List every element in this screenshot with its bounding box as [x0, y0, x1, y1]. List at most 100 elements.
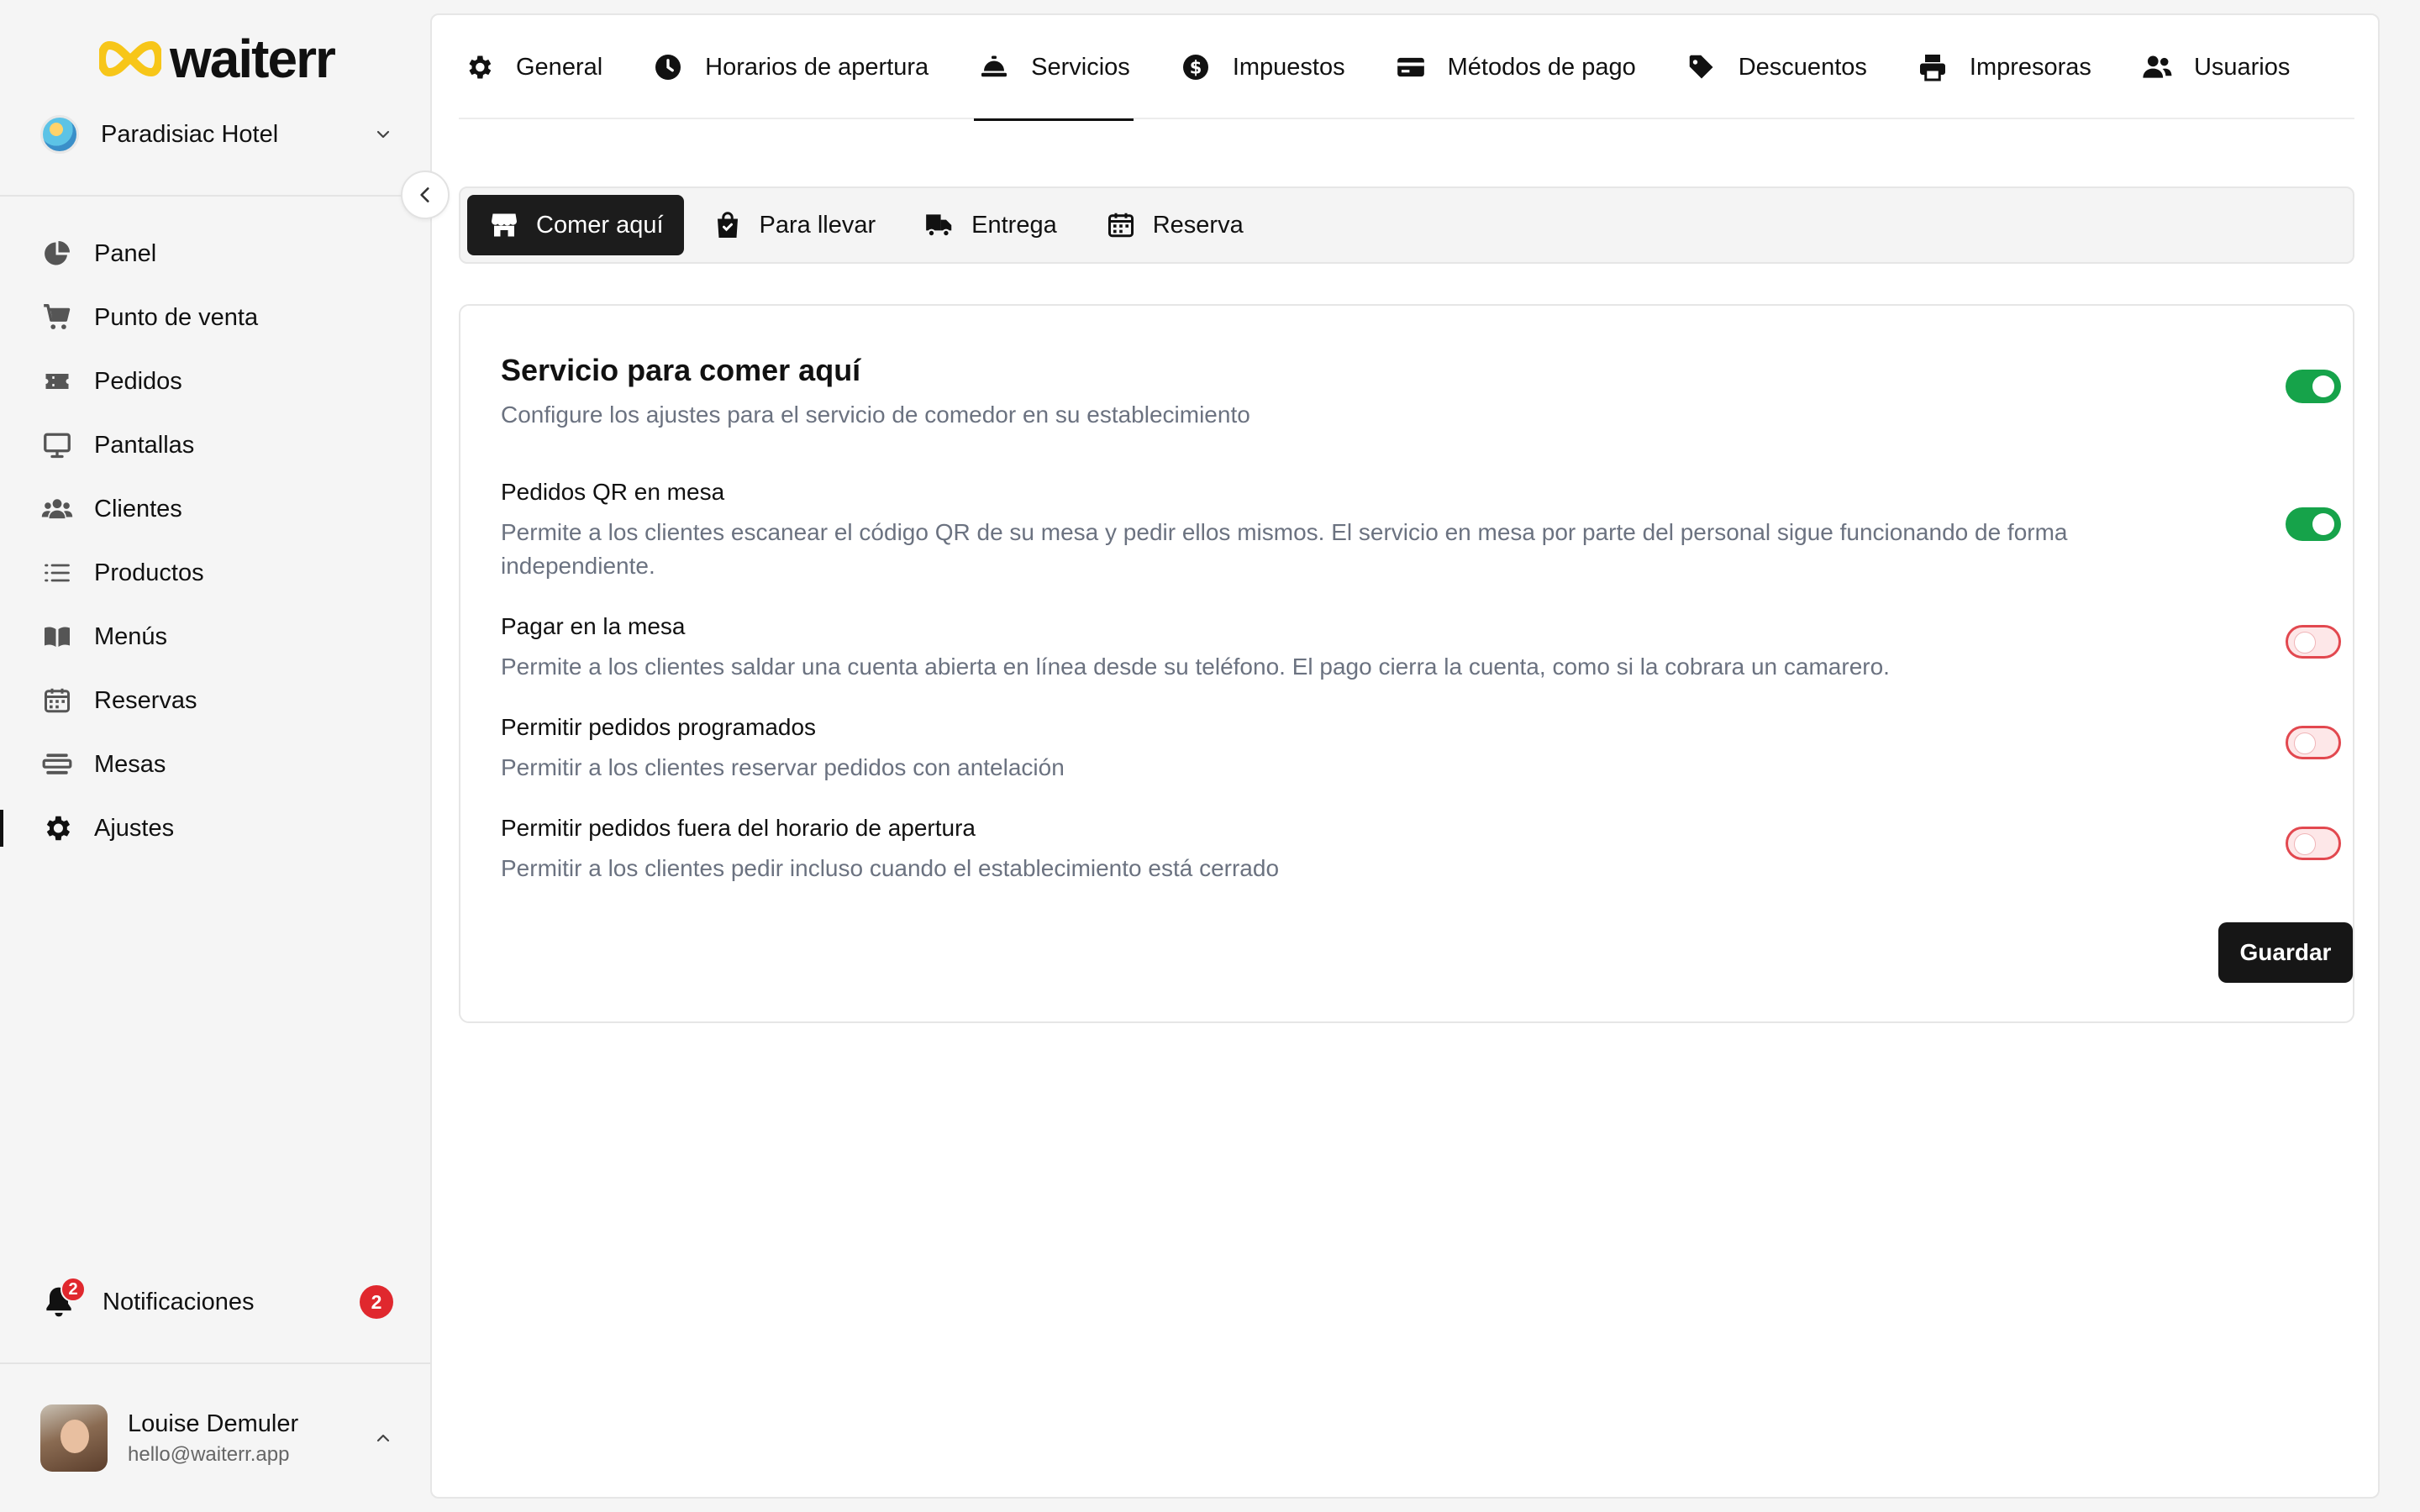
user-info: Louise Demuler hello@waiterr.app [128, 1410, 373, 1467]
sidebar-item-panel[interactable]: Panel [0, 222, 430, 286]
tab-label: Servicios [1031, 53, 1130, 81]
sidebar-item-screens[interactable]: Pantallas [0, 413, 430, 477]
table-icon [40, 748, 74, 781]
cloche-icon [977, 50, 1011, 84]
app-logo[interactable]: waiterr [99, 29, 336, 89]
sidebar-item-label: Punto de venta [94, 303, 259, 331]
user-email: hello@waiterr.app [128, 1442, 290, 1466]
gear-icon [40, 811, 74, 845]
chevron-left-icon [420, 187, 429, 202]
tag-icon [1685, 50, 1718, 84]
setting-pay-at-table: Pagar en la mesa Permite a los clientes … [501, 613, 2316, 684]
scheduled-orders-toggle[interactable] [2286, 726, 2341, 759]
sidebar-item-label: Clientes [94, 495, 182, 522]
setting-title: Pedidos QR en mesa [501, 479, 725, 505]
workspace-selector[interactable]: Paradisiac Hotel [40, 111, 393, 158]
user-name: Louise Demuler [128, 1410, 299, 1437]
tab-opening-hours[interactable]: Horarios de apertura [648, 15, 932, 119]
tab-printers[interactable]: Impresoras [1912, 15, 2095, 119]
sidebar-item-label: Reservas [94, 686, 197, 714]
tab-services[interactable]: Servicios [974, 15, 1134, 121]
sidebar-item-reservations[interactable]: Reservas [0, 669, 430, 732]
toggle-knob [2294, 632, 2316, 654]
setting-title: Pagar en la mesa [501, 613, 686, 639]
setting-description: Permite a los clientes escanear el códig… [501, 519, 2068, 579]
sidebar-item-customers[interactable]: Clientes [0, 477, 430, 541]
monitor-icon [40, 428, 74, 462]
credit-card-icon [1394, 50, 1428, 84]
after-hours-orders-toggle[interactable] [2286, 827, 2341, 860]
list-icon [40, 556, 74, 590]
chevron-down-icon [376, 130, 390, 139]
notifications-item[interactable]: 2 Notificaciones 2 [40, 1277, 393, 1327]
toggle-knob [2312, 375, 2334, 397]
setting-title: Permitir pedidos programados [501, 714, 817, 740]
logo-text: waiterr [170, 29, 336, 89]
dollar-circle-icon: $ [1179, 50, 1213, 84]
sidebar-item-label: Productos [94, 559, 204, 586]
bell-icon: 2 [40, 1277, 86, 1320]
subtab-label: Entrega [971, 211, 1057, 239]
sidebar-item-label: Ajustes [94, 814, 175, 842]
setting-title: Permitir pedidos fuera del horario de ap… [501, 815, 976, 841]
tab-discounts[interactable]: Descuentos [1681, 15, 1870, 119]
save-button[interactable]: Guardar [2218, 922, 2353, 983]
users-icon [40, 492, 74, 526]
subtab-dine-in[interactable]: Comer aquí [467, 195, 684, 255]
user-menu[interactable]: Louise Demuler hello@waiterr.app [40, 1403, 393, 1473]
sidebar-item-products[interactable]: Productos [0, 541, 430, 605]
subtab-label: Comer aquí [536, 211, 664, 239]
tab-label: Horarios de apertura [705, 53, 929, 81]
dine-in-settings-card: Servicio para comer aquí Configure los a… [459, 304, 2354, 1023]
tab-label: Impresoras [1969, 53, 2091, 81]
card-title: Servicio para comer aquí [501, 353, 861, 387]
setting-qr-orders: Pedidos QR en mesa Permite a los cliente… [501, 479, 2316, 583]
sidebar-divider-bottom [0, 1362, 430, 1364]
sidebar-item-orders[interactable]: Pedidos [0, 349, 430, 413]
printer-icon [1916, 50, 1949, 84]
setting-scheduled-orders: Permitir pedidos programados Permitir a … [501, 714, 2316, 785]
gear-icon [462, 50, 496, 84]
sidebar-item-label: Menús [94, 622, 168, 650]
book-icon [40, 620, 74, 654]
subtab-delivery[interactable]: Entrega [902, 195, 1077, 255]
sidebar-item-label: Panel [94, 239, 157, 267]
dine-in-service-toggle[interactable] [2286, 370, 2341, 403]
notifications-label: Notificaciones [103, 1288, 255, 1315]
toggle-knob [2294, 833, 2316, 855]
tab-general[interactable]: General [459, 15, 606, 119]
main-panel: General Horarios de apertura Servicios $… [430, 13, 2380, 1499]
sidebar-item-settings[interactable]: Ajustes [0, 796, 430, 860]
pay-at-table-toggle[interactable] [2286, 625, 2341, 659]
toggle-knob [2294, 732, 2316, 754]
sidebar-item-tables[interactable]: Mesas [0, 732, 430, 796]
card-subtitle: Configure los ajustes para el servicio d… [501, 402, 1250, 428]
toggle-knob [2312, 513, 2334, 535]
bag-icon [711, 208, 744, 242]
truck-icon [923, 208, 956, 242]
sidebar-item-label: Pedidos [94, 367, 182, 395]
clock-icon [651, 50, 685, 84]
tab-taxes[interactable]: $ Impuestos [1176, 15, 1349, 119]
sidebar-item-menus[interactable]: Menús [0, 605, 430, 669]
sidebar-item-pos[interactable]: Punto de venta [0, 286, 430, 349]
setting-description: Permite a los clientes saldar una cuenta… [501, 654, 1890, 680]
sidebar: waiterr Paradisiac Hotel Panel Punto de … [0, 0, 430, 1512]
tab-label: Métodos de pago [1447, 53, 1636, 81]
calendar-icon [1104, 208, 1138, 242]
collapse-sidebar-button[interactable] [401, 171, 450, 219]
tab-label: Descuentos [1738, 53, 1867, 81]
qr-orders-toggle[interactable] [2286, 507, 2341, 541]
tab-label: Impuestos [1232, 53, 1345, 81]
subtab-takeaway[interactable]: Para llevar [691, 195, 897, 255]
store-icon [487, 208, 521, 242]
subtab-reservation[interactable]: Reserva [1084, 195, 1264, 255]
shopping-cart-icon [40, 301, 74, 334]
tab-users[interactable]: Usuarios [2137, 15, 2293, 119]
settings-tabs: General Horarios de apertura Servicios $… [459, 15, 2354, 121]
tab-label: Usuarios [2193, 53, 2291, 81]
tab-payment-methods[interactable]: Métodos de pago [1391, 15, 1639, 119]
sidebar-nav: Panel Punto de venta Pedidos Pantallas C… [0, 222, 430, 860]
workspace-name: Paradisiac Hotel [101, 120, 279, 148]
service-subtabs: Comer aquí Para llevar Entrega Reserva [459, 186, 2354, 264]
